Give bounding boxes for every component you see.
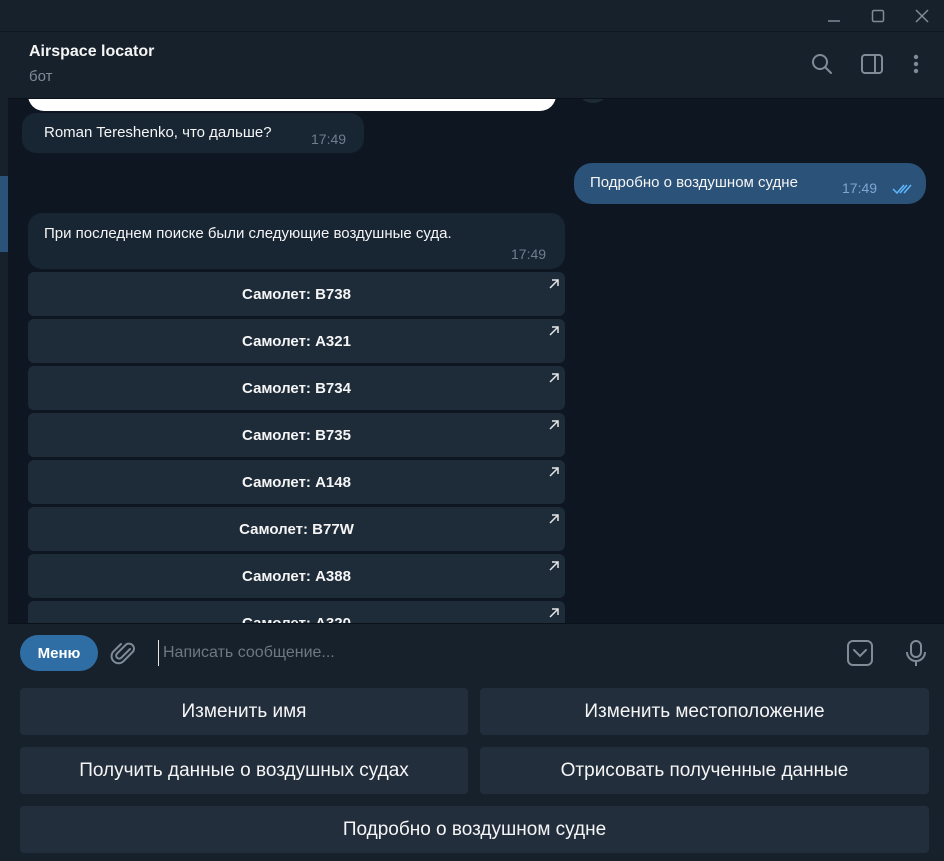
chat-title[interactable]: Airspace locator xyxy=(29,43,154,61)
change-name-button[interactable]: Изменить имя xyxy=(20,688,468,735)
inline-button-aircraft[interactable]: Самолет: B734 xyxy=(28,366,565,410)
outgoing-message[interactable]: Подробно о воздушном судне 17:49 xyxy=(574,163,926,204)
inline-button-label: Самолет: B77W xyxy=(239,520,354,538)
inline-button-label: Самолет: A388 xyxy=(242,567,351,585)
message-text: При последнем поиске были следующие возд… xyxy=(44,225,452,242)
bot-keyboard-toggle-icon[interactable] xyxy=(845,638,875,668)
maximize-icon[interactable] xyxy=(856,0,900,32)
inline-button-aircraft[interactable]: Самолет: B738 xyxy=(28,272,565,316)
inline-button-label: Самолет: A320 xyxy=(242,614,351,624)
inline-button-label: Самолет: A148 xyxy=(242,473,351,491)
external-arrow-icon xyxy=(549,511,559,528)
minimize-icon[interactable] xyxy=(812,0,856,32)
external-arrow-icon xyxy=(549,276,559,293)
external-arrow-icon xyxy=(549,558,559,575)
reply-keyboard: Изменить имя Изменить местоположение Пол… xyxy=(8,681,944,861)
inline-button-label: Самолет: B735 xyxy=(242,426,351,444)
message-input[interactable] xyxy=(158,640,818,666)
search-icon[interactable] xyxy=(808,50,836,78)
sidebar-toggle-icon[interactable] xyxy=(858,50,886,78)
menu-button[interactable]: Меню xyxy=(20,635,98,671)
message-composer: Меню xyxy=(8,623,944,681)
avatar xyxy=(576,99,610,103)
more-vertical-icon[interactable] xyxy=(902,50,930,78)
inline-button-aircraft[interactable]: Самолет: A321 xyxy=(28,319,565,363)
external-arrow-icon xyxy=(549,370,559,387)
active-chat-indicator xyxy=(0,176,8,252)
incoming-message[interactable]: Roman Tereshenko, что дальше? 17:49 xyxy=(22,113,364,153)
inline-button-aircraft[interactable]: Самолет: A388 xyxy=(28,554,565,598)
change-location-button[interactable]: Изменить местоположение xyxy=(480,688,929,735)
inline-button-label: Самолет: A321 xyxy=(242,332,351,350)
message-text: Roman Tereshenko, что дальше? xyxy=(44,124,272,141)
incoming-message[interactable]: При последнем поиске были следующие возд… xyxy=(28,213,565,269)
message-text: Подробно о воздушном судне xyxy=(590,174,798,191)
external-arrow-icon xyxy=(549,323,559,340)
read-checkmarks-icon xyxy=(892,182,914,199)
inline-button-aircraft[interactable]: Самолет: A320 xyxy=(28,601,565,623)
draw-data-button[interactable]: Отрисовать полученные данные xyxy=(480,747,929,794)
external-arrow-icon xyxy=(549,464,559,481)
message-time: 17:49 xyxy=(842,180,878,196)
chat-list-edge xyxy=(0,32,8,861)
inline-button-label: Самолет: B734 xyxy=(242,379,351,397)
window-titlebar xyxy=(0,0,944,32)
previous-media-bubble xyxy=(28,99,556,111)
inline-button-aircraft[interactable]: Самолет: B77W xyxy=(28,507,565,551)
close-icon[interactable] xyxy=(900,0,944,32)
microphone-icon[interactable] xyxy=(901,638,931,668)
inline-button-aircraft[interactable]: Самолет: A148 xyxy=(28,460,565,504)
inline-button-aircraft[interactable]: Самолет: B735 xyxy=(28,413,565,457)
message-list[interactable]: Roman Tereshenko, что дальше? 17:49 Подр… xyxy=(8,99,944,623)
aircraft-details-button[interactable]: Подробно о воздушном судне xyxy=(20,806,929,853)
message-time: 17:49 xyxy=(511,246,547,262)
external-arrow-icon xyxy=(549,417,559,434)
chat-subtitle: бот xyxy=(29,68,53,85)
get-aircraft-data-button[interactable]: Получить данные о воздушных судах xyxy=(20,747,468,794)
chat-header: Airspace locator бот xyxy=(8,32,944,99)
external-arrow-icon xyxy=(549,605,559,622)
inline-button-label: Самолет: B738 xyxy=(242,285,351,303)
paperclip-icon[interactable] xyxy=(110,640,138,668)
message-time: 17:49 xyxy=(311,131,347,147)
